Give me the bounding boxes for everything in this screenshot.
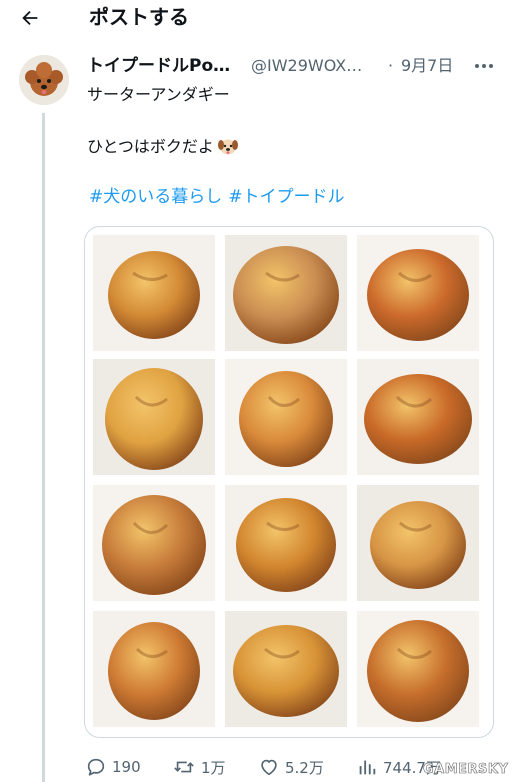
top-bar: ポストする [0,0,513,36]
back-button[interactable] [16,4,44,32]
post-meta: トイプードルPo… @IW29WOX… · 9月7日 [87,54,507,78]
doughnut-image [108,622,200,720]
more-options-button[interactable] [470,54,498,78]
doughnut-image [105,368,203,470]
hashtags: #犬のいる暮らし #トイプードル [89,186,351,208]
more-horizontal-icon [475,64,479,68]
doughnut-image [367,249,469,341]
more-dot [482,64,486,68]
photo-thumbnail[interactable] [225,235,347,351]
media-grid [84,226,494,738]
poodle-avatar-image [19,55,69,105]
repost-icon [174,761,194,773]
post-text-line-2-text: ひとつはボクだよ [87,137,214,156]
reply-button[interactable]: 190 [85,752,141,782]
doughnut-image [102,495,206,595]
photo-thumbnail[interactable] [357,611,479,727]
repost-button[interactable]: 1万 [172,752,226,782]
author-name[interactable]: トイプードルPo… [87,54,230,78]
arrow-left-icon [22,10,38,26]
photo-thumbnail[interactable] [225,359,347,475]
doughnut-image [233,625,339,717]
thread-line [42,113,45,782]
photo-thumbnail[interactable] [93,611,215,727]
photo-thumbnail[interactable] [93,485,215,601]
reply-count: 190 [112,758,141,776]
photo-thumbnail[interactable] [225,611,347,727]
like-button[interactable]: 5.2万 [258,752,324,782]
doughnut-image [367,620,469,722]
post-text-line-1: サーターアンダギー [87,85,230,104]
author-handle[interactable]: @IW29WOX… [251,54,362,78]
photo-thumbnail[interactable] [93,359,215,475]
photo-thumbnail[interactable] [93,235,215,351]
doughnut-image [370,501,466,589]
photo-thumbnail[interactable] [357,485,479,601]
hashtag-link[interactable]: #犬のいる暮らし [89,187,222,207]
avatar[interactable] [19,55,69,105]
heart-icon [261,759,277,776]
post-text-line-2: ひとつはボクだよ [87,136,239,158]
page-title: ポストする [89,5,189,29]
doughnut-image [364,374,472,464]
hashtag-link[interactable]: #トイプードル [228,187,344,207]
meta-separator: · [388,56,394,75]
bar-chart-icon [359,760,376,775]
reply-icon [87,758,105,776]
photo-thumbnail[interactable] [225,485,347,601]
post-date[interactable]: 9月7日 [401,54,453,78]
photo-thumbnail[interactable] [357,235,479,351]
dog-face-emoji-icon [217,139,238,155]
more-dot [489,64,493,68]
photo-thumbnail[interactable] [357,359,479,475]
doughnut-image [108,251,200,339]
repost-count: 1万 [201,758,226,777]
doughnut-image [236,498,336,592]
doughnut-image [233,246,339,344]
doughnut-image [239,371,333,467]
watermark-text: GAMERSKY [423,762,509,778]
like-count: 5.2万 [285,758,324,777]
